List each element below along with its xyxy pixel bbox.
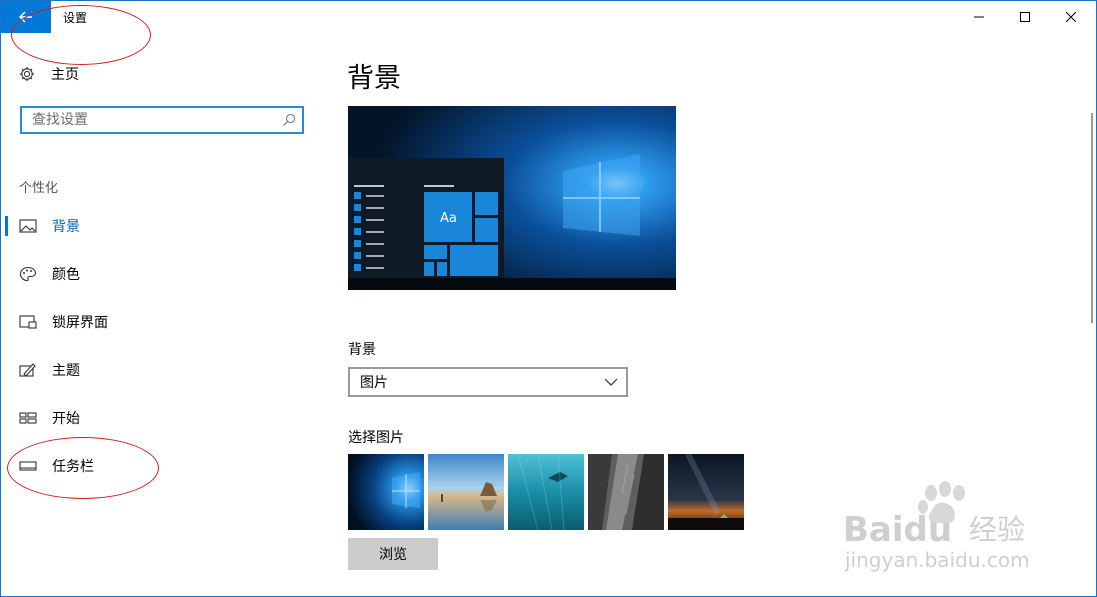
back-button[interactable] — [1, 1, 51, 33]
picture-thumbnail-3[interactable] — [508, 454, 584, 530]
minimize-icon — [974, 16, 984, 18]
page-title: 背景 — [347, 63, 401, 94]
sidebar-item-label: 主题 — [52, 363, 80, 379]
sidebar-item-taskbar[interactable]: 任务栏 — [1, 446, 311, 486]
title-bar: 设置 — [1, 1, 1096, 33]
search-box — [20, 106, 304, 134]
close-button[interactable] — [1048, 1, 1094, 33]
choose-picture-label: 选择图片 — [348, 430, 404, 446]
browse-button[interactable]: 浏览 — [348, 538, 438, 570]
beach-thumbnail — [428, 454, 504, 530]
sidebar-item-label: 颜色 — [52, 267, 80, 283]
preview-tile-text: Aa — [440, 211, 457, 226]
picture-thumbnail-2[interactable] — [428, 454, 504, 530]
start-icon — [19, 412, 37, 424]
search-icon[interactable] — [282, 113, 296, 127]
lock-screen-icon — [19, 315, 37, 329]
sidebar-item-lock-screen[interactable]: 锁屏界面 — [1, 302, 311, 342]
chevron-down-icon — [604, 378, 618, 386]
home-link[interactable]: 主页 — [19, 64, 79, 84]
theme-icon — [19, 363, 36, 377]
search-input[interactable] — [30, 111, 274, 129]
minimize-button[interactable] — [956, 1, 1002, 33]
sidebar-item-colors[interactable]: 颜色 — [1, 254, 311, 294]
settings-window: 设置 主页 个性化 背景 — [0, 0, 1097, 597]
scrollbar[interactable] — [1091, 113, 1093, 323]
sidebar-item-themes[interactable]: 主题 — [1, 350, 311, 390]
maximize-button[interactable] — [1002, 1, 1048, 33]
rock-face-thumbnail — [588, 454, 664, 530]
window-title: 设置 — [63, 11, 88, 25]
picture-thumbnail-1[interactable] — [348, 454, 424, 530]
watermark-url: jingyan.baidu.com — [844, 548, 1030, 572]
desktop-preview-image: Aa — [348, 106, 676, 290]
sidebar-item-label: 开始 — [52, 411, 80, 427]
close-icon — [1066, 12, 1076, 22]
night-sky-thumbnail — [668, 454, 744, 530]
palette-icon — [19, 266, 37, 282]
watermark-brand-cn: 经验 — [969, 513, 1025, 546]
section-label: 个性化 — [19, 181, 59, 196]
dropdown-value: 图片 — [360, 375, 388, 391]
sidebar-item-label: 任务栏 — [52, 459, 94, 475]
background-preview: Aa — [348, 106, 676, 290]
sidebar-item-start[interactable]: 开始 — [1, 398, 311, 438]
sidebar-item-background[interactable]: 背景 — [1, 206, 311, 246]
picture-icon — [19, 219, 37, 233]
baidu-watermark: Baidu 经验 jingyan.baidu.com — [843, 481, 1030, 572]
picture-thumbnail-5[interactable] — [668, 454, 744, 530]
underwater-thumbnail — [508, 454, 584, 530]
sidebar-item-label: 背景 — [52, 219, 80, 235]
background-type-dropdown[interactable]: 图片 — [348, 367, 628, 397]
sidebar-item-label: 锁屏界面 — [52, 315, 108, 331]
gear-icon — [20, 67, 34, 81]
maximize-icon — [1020, 12, 1030, 22]
back-arrow-icon — [19, 11, 32, 23]
picture-thumbnail-4[interactable] — [588, 454, 664, 530]
watermark-brand: Baidu — [843, 510, 952, 550]
background-type-label: 背景 — [348, 342, 376, 358]
taskbar-icon — [19, 461, 37, 471]
home-label: 主页 — [51, 67, 79, 83]
windows-hero-thumbnail — [348, 454, 424, 530]
